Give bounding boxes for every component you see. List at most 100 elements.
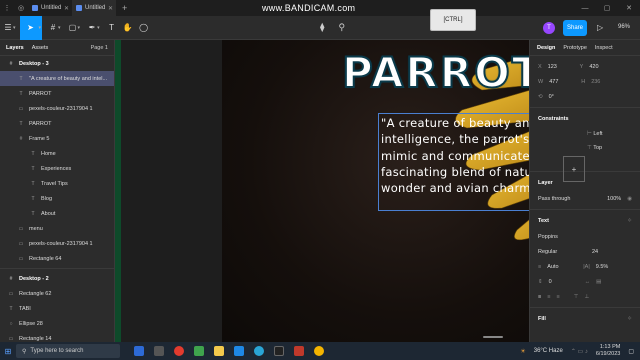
layer-row: Pass through 100% ◉: [530, 191, 640, 206]
letter-spacing-field[interactable]: 9.5%: [596, 264, 609, 270]
close-tab-icon[interactable]: ✕: [64, 5, 69, 12]
auto-height-icon[interactable]: ▤: [596, 279, 601, 285]
rotation-field[interactable]: 0°: [549, 94, 554, 100]
align-right-icon[interactable]: ≡: [556, 294, 559, 300]
desktop-frame[interactable]: PARROT "A creature of beauty and intelli…: [222, 40, 529, 342]
app-icon[interactable]: [194, 346, 204, 356]
constraint-widget[interactable]: +: [563, 156, 585, 182]
opacity-field[interactable]: 100%: [607, 196, 621, 202]
chevron-down-icon[interactable]: ▾: [78, 25, 81, 31]
blend-mode-dropdown[interactable]: Pass through: [538, 196, 570, 202]
paragraph-spacing-field[interactable]: 0: [549, 279, 579, 285]
parrot-title-text[interactable]: PARROT: [341, 47, 529, 98]
pinned-app-icon[interactable]: [134, 346, 144, 356]
layer-item[interactable]: T Blog: [0, 191, 114, 206]
close-tab-icon[interactable]: ✕: [108, 5, 113, 12]
minimize-button[interactable]: —: [574, 0, 596, 16]
page-selector[interactable]: Page 1: [91, 45, 108, 51]
layer-item[interactable]: ▭ Rectangle 64: [0, 251, 114, 266]
canvas[interactable]: PARROT "A creature of beauty and intelli…: [121, 40, 529, 342]
y-field[interactable]: 420: [589, 64, 598, 70]
x-field[interactable]: 123: [548, 64, 574, 70]
maximize-button[interactable]: ▢: [596, 0, 618, 16]
tab-prototype[interactable]: Prototype: [563, 45, 587, 51]
constraint-vertical[interactable]: ⊤ Top: [587, 145, 602, 151]
clock[interactable]: 1:13 PM 6/19/2023: [596, 344, 620, 358]
layer-label: Frame 5: [29, 135, 50, 142]
tab-label: Untitled: [41, 5, 62, 11]
layer-item[interactable]: T PARROT: [0, 116, 114, 131]
layer-item[interactable]: T About: [0, 206, 114, 221]
zoom-dropdown[interactable]: 96%: [618, 24, 630, 30]
browser-tab[interactable]: Untitled ✕: [28, 0, 72, 16]
notification-icon[interactable]: ▢: [628, 348, 634, 355]
layer-item[interactable]: T Travel Tips: [0, 176, 114, 191]
layer-label: Ellipse 28: [19, 320, 43, 327]
file-explorer-icon[interactable]: [214, 346, 224, 356]
edge-icon[interactable]: [254, 346, 264, 356]
layer-item[interactable]: # Frame 5: [0, 131, 114, 146]
layer-item[interactable]: T PARROT: [0, 86, 114, 101]
constraints-area: ⊢ Left ⊤ Top: [530, 127, 640, 163]
align-center-icon[interactable]: ≡: [547, 294, 550, 300]
layer-item[interactable]: ○ Ellipse 28: [0, 316, 114, 331]
globe-icon[interactable]: ◎: [14, 0, 28, 16]
weather-text[interactable]: 36°C Haze: [534, 348, 563, 354]
line-height-field[interactable]: Auto: [547, 264, 577, 270]
tray-icons[interactable]: ⌃ ▭ ♪: [571, 348, 588, 355]
avatar[interactable]: T: [543, 22, 555, 34]
opera-icon[interactable]: [174, 346, 184, 356]
chevron-down-icon[interactable]: ▾: [39, 25, 42, 31]
height-field[interactable]: 236: [591, 79, 600, 85]
mail-icon[interactable]: [234, 346, 244, 356]
text-styles-icon[interactable]: ⁘: [627, 218, 632, 224]
width-field[interactable]: 477: [549, 79, 575, 85]
chevron-down-icon[interactable]: ▾: [58, 25, 61, 31]
layer-item[interactable]: T Home: [0, 146, 114, 161]
present-icon[interactable]: ▷: [597, 23, 603, 32]
windows-start-icon[interactable]: ⊞: [0, 347, 16, 356]
quote-text-box[interactable]: "A creature of beauty and intelligence, …: [378, 113, 529, 211]
align-middle-icon[interactable]: ⊥: [584, 294, 589, 300]
constraint-horizontal[interactable]: ⊢ Left: [587, 131, 603, 137]
new-tab-button[interactable]: +: [122, 3, 127, 13]
align-left-icon[interactable]: ≡: [538, 294, 541, 300]
task-view-icon[interactable]: [154, 346, 164, 356]
align-top-icon[interactable]: ⊤: [574, 294, 579, 300]
font-size-field[interactable]: 24: [592, 249, 598, 255]
chevron-down-icon[interactable]: ▾: [13, 25, 16, 31]
layer-item[interactable]: ▭ menu: [0, 221, 114, 236]
layer-item[interactable]: T TABI: [0, 301, 114, 316]
link-icon[interactable]: ⚲: [338, 22, 345, 33]
layer-item[interactable]: # Desktop - 3: [0, 56, 114, 71]
layer-item[interactable]: T Experiences: [0, 161, 114, 176]
fill-styles-icon[interactable]: ⁘: [627, 316, 632, 322]
tab-design[interactable]: Design: [537, 45, 555, 51]
components-icon[interactable]: ⧫: [320, 22, 324, 33]
layer-item[interactable]: ▭ pexels-couleur-2317904 1: [0, 236, 114, 251]
figma-taskbar-icon[interactable]: [274, 346, 284, 356]
layer-item[interactable]: ▭ Rectangle 62: [0, 286, 114, 301]
font-family-dropdown[interactable]: Poppins: [538, 234, 558, 240]
layer-item[interactable]: ▭ pexels-couleur-2317904 1: [0, 101, 114, 116]
layer-item[interactable]: # Desktop - 2: [0, 271, 114, 286]
app-menu-icon[interactable]: ⋮: [0, 0, 14, 16]
chevron-down-icon[interactable]: ▾: [97, 25, 100, 31]
layer-item[interactable]: T "A creature of beauty and intel...: [0, 71, 114, 86]
chrome-icon[interactable]: [314, 346, 324, 356]
eye-icon[interactable]: ◉: [627, 196, 632, 202]
close-window-button[interactable]: ✕: [618, 0, 640, 16]
horizontal-scrollbar[interactable]: [483, 336, 503, 338]
hand-tool-icon[interactable]: ✋: [120, 16, 136, 40]
comment-tool-icon[interactable]: ◯: [136, 16, 152, 40]
taskbar-search[interactable]: ⚲ Type here to search: [16, 344, 120, 358]
tab-layers[interactable]: Layers: [6, 45, 24, 51]
text-tool-icon[interactable]: T: [104, 16, 120, 40]
font-weight-dropdown[interactable]: Regular: [538, 249, 586, 255]
tab-assets[interactable]: Assets: [32, 45, 49, 51]
app-icon[interactable]: [294, 346, 304, 356]
tab-inspect[interactable]: Inspect: [595, 45, 613, 51]
browser-tab-active[interactable]: Untitled ✕: [72, 0, 116, 16]
share-button[interactable]: Share: [563, 20, 587, 36]
resize-icon[interactable]: ↔: [585, 279, 591, 285]
